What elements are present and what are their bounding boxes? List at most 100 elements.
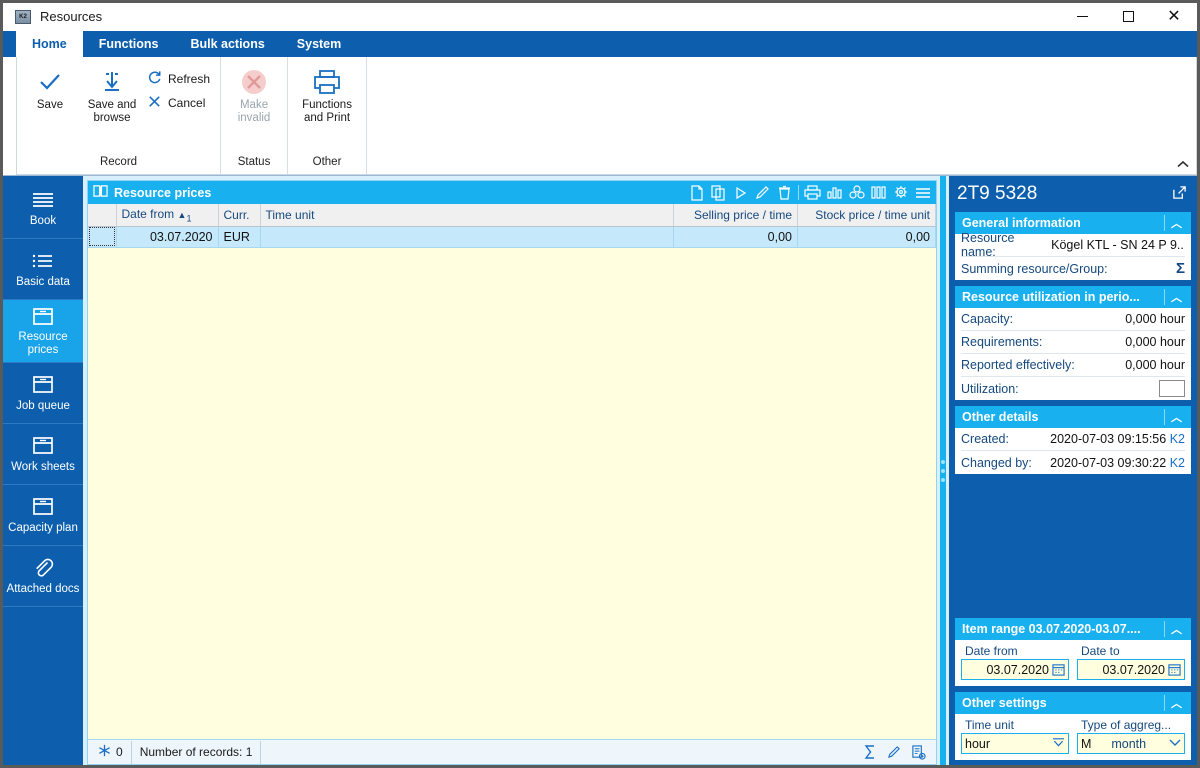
section-item-range-header[interactable]: Item range 03.07.2020-03.07.... ︿ <box>955 618 1191 640</box>
refresh-label: Refresh <box>168 72 211 86</box>
sidebar-item-job-queue[interactable]: Job queue <box>3 363 83 424</box>
new-document-icon[interactable] <box>908 742 928 762</box>
aggregation-select[interactable]: M month <box>1077 733 1185 754</box>
sidebar-item-work-sheets[interactable]: Work sheets <box>3 424 83 485</box>
cancel-button[interactable]: Cancel <box>143 91 218 115</box>
aggregation-code: M <box>1081 736 1092 751</box>
panel-splitter[interactable] <box>937 176 949 765</box>
sidebar-item-resource-prices[interactable]: Resource prices <box>3 300 83 363</box>
run-icon[interactable] <box>730 182 751 203</box>
book-lines-icon <box>30 189 56 211</box>
copy-record-icon[interactable] <box>708 182 729 203</box>
group-icon[interactable] <box>846 182 867 203</box>
settings-icon[interactable] <box>890 182 911 203</box>
aggregation-field: Type of aggreg... M month <box>1077 718 1185 754</box>
field-requirements-label: Requirements: <box>961 335 1043 349</box>
cell-currency[interactable]: EUR <box>218 226 261 248</box>
popout-icon[interactable] <box>1172 185 1187 203</box>
sidebar-item-attached-docs[interactable]: Attached docs <box>3 546 83 607</box>
window-controls: ✕ <box>1059 3 1197 31</box>
sidebar-item-capacity-plan[interactable]: Capacity plan <box>3 485 83 546</box>
ribbon-body: Save Save and browse Refresh Cancel Reco… <box>3 57 1197 176</box>
cancel-icon <box>147 94 162 112</box>
chevron-up-icon[interactable]: ︿ <box>1164 409 1188 425</box>
detail-panel-spacer <box>949 480 1191 618</box>
columns-icon[interactable] <box>868 182 889 203</box>
section-other-details: Other details ︿ Created: 2020-07-03 09:1… <box>955 406 1191 474</box>
grid-title-label: Resource prices <box>114 185 212 200</box>
section-other-settings-header[interactable]: Other settings ︿ <box>955 692 1191 714</box>
cell-selling-price[interactable]: 0,00 <box>673 226 798 248</box>
make-invalid-button[interactable]: Make invalid <box>223 61 285 156</box>
field-summing-resource[interactable]: Summing resource/Group: Σ <box>961 257 1185 280</box>
calendar-icon[interactable] <box>1168 663 1181 676</box>
cell-date-from[interactable]: 03.07.2020 <box>116 226 219 248</box>
cell-time-unit[interactable] <box>260 226 674 248</box>
column-header-time-unit[interactable]: Time unit <box>260 204 674 227</box>
print-icon[interactable] <box>802 182 823 203</box>
field-resource-name[interactable]: Resource name: Kögel KTL - SN 24 P 9... <box>961 231 1185 259</box>
save-button[interactable]: Save <box>19 61 81 156</box>
section-other-details-header[interactable]: Other details ︿ <box>955 406 1191 428</box>
row-marker-cell[interactable] <box>88 226 117 248</box>
chevron-up-icon[interactable]: ︿ <box>1164 621 1188 637</box>
chart-icon[interactable] <box>824 182 845 203</box>
save-and-browse-button[interactable]: Save and browse <box>81 61 143 156</box>
menu-icon[interactable] <box>912 182 933 203</box>
chevron-down-icon[interactable] <box>1052 737 1065 751</box>
time-unit-select[interactable]: hour <box>961 733 1069 754</box>
cell-stock-price[interactable]: 0,00 <box>797 226 936 248</box>
book-icon <box>93 184 108 201</box>
app-icon: K2 <box>15 9 31 24</box>
table-row[interactable]: 03.07.2020 EUR 0,00 0,00 <box>88 226 936 248</box>
time-unit-field: Time unit hour <box>961 718 1069 754</box>
date-to-input[interactable]: 03.07.2020 <box>1077 659 1185 680</box>
ribbon-inner: Save Save and browse Refresh Cancel Reco… <box>16 57 1197 175</box>
column-header-currency[interactable]: Curr. <box>218 204 261 227</box>
filter-status[interactable]: 0 <box>90 740 132 764</box>
edit-icon[interactable] <box>752 182 773 203</box>
edit-icon[interactable] <box>884 742 904 762</box>
column-header-date-from-label: Date from <box>121 206 175 221</box>
main-content: Resource prices Date from ▲1 Curr. Time … <box>83 176 937 765</box>
chevron-up-icon[interactable]: ︿ <box>1164 695 1188 711</box>
sidebar-item-book[interactable]: Book <box>3 178 83 239</box>
make-invalid-icon <box>239 65 269 99</box>
date-from-input[interactable]: 03.07.2020 <box>961 659 1069 680</box>
chevron-down-icon[interactable] <box>1169 737 1181 750</box>
column-header-stock-price[interactable]: Stock price / time unit <box>797 204 936 227</box>
column-header-selling-price[interactable]: Selling price / time <box>673 204 798 227</box>
chevron-up-icon[interactable]: ︿ <box>1164 215 1188 231</box>
section-other-settings: Other settings ︿ Time unit hour Type of … <box>955 692 1191 760</box>
functions-and-print-button[interactable]: Functions and Print <box>290 61 364 156</box>
delete-icon[interactable] <box>774 182 795 203</box>
date-from-field: Date from 03.07.2020 <box>961 644 1069 680</box>
ribbon-group-other: Functions and Print Other <box>288 57 368 174</box>
ribbon-tab-bulk-actions[interactable]: Bulk actions <box>174 31 280 57</box>
time-unit-value: hour <box>965 736 991 751</box>
sidebar-item-basic-data[interactable]: Basic data <box>3 239 83 300</box>
section-other-settings-title: Other settings <box>962 696 1047 710</box>
ribbon-tab-system[interactable]: System <box>281 31 357 57</box>
ribbon-collapse-button[interactable] <box>1176 160 1190 172</box>
chevron-up-icon[interactable]: ︿ <box>1164 289 1188 305</box>
section-resource-utilization-header[interactable]: Resource utilization in perio... ︿ <box>955 286 1191 308</box>
section-item-range-body: Date from 03.07.2020 Date to 03.07.2020 <box>955 640 1191 686</box>
ribbon-tab-home[interactable]: Home <box>16 31 83 57</box>
close-button[interactable]: ✕ <box>1151 3 1197 31</box>
calendar-icon[interactable] <box>1052 663 1065 676</box>
splitter-bar[interactable] <box>940 176 946 765</box>
new-record-icon[interactable] <box>686 182 707 203</box>
record-count: Number of records: 1 <box>132 740 262 764</box>
sidebar-item-job-queue-label: Job queue <box>16 399 70 412</box>
sum-icon[interactable] <box>860 742 880 762</box>
box-icon <box>31 374 55 396</box>
column-header-date-from[interactable]: Date from ▲1 <box>116 204 219 227</box>
refresh-button[interactable]: Refresh <box>143 67 218 91</box>
save-button-label: Save <box>36 99 64 111</box>
field-utilization: Utilization: <box>961 377 1185 400</box>
section-item-range: Item range 03.07.2020-03.07.... ︿ Date f… <box>955 618 1191 686</box>
maximize-button[interactable] <box>1105 3 1151 31</box>
minimize-button[interactable] <box>1059 3 1105 31</box>
ribbon-tab-functions[interactable]: Functions <box>83 31 175 57</box>
